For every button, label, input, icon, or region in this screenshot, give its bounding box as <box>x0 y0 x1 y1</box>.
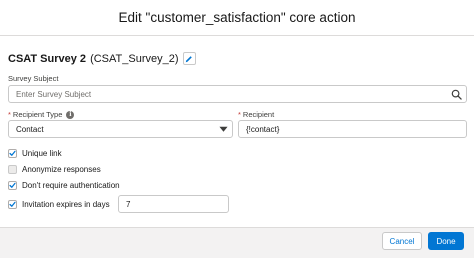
checkmark-icon <box>9 150 16 156</box>
recipient-input[interactable]: {!contact} <box>238 120 467 138</box>
search-icon <box>451 89 462 100</box>
no-auth-label: Don't require authentication <box>22 181 120 190</box>
required-marker: * <box>238 110 241 119</box>
done-button[interactable]: Done <box>428 232 464 250</box>
cancel-button[interactable]: Cancel <box>382 232 422 250</box>
checkmark-icon <box>9 182 16 188</box>
recipient-type-value: Contact <box>16 124 44 134</box>
survey-subject-placeholder: Enter Survey Subject <box>16 89 92 99</box>
modal-title: Edit "customer_satisfaction" core action <box>118 10 356 25</box>
unique-link-label: Unique link <box>22 149 62 158</box>
option-unique-link[interactable]: Unique link <box>8 149 62 158</box>
survey-subject-label: Survey Subject <box>8 74 59 83</box>
checkmark-icon <box>9 201 16 207</box>
invitation-expires-checkbox[interactable] <box>8 200 17 209</box>
recipient-type-select[interactable]: Contact <box>8 120 233 138</box>
info-icon[interactable]: i <box>66 110 75 119</box>
survey-subject-input[interactable]: Enter Survey Subject <box>8 85 467 103</box>
survey-name-row: CSAT Survey 2 (CSAT_Survey_2) <box>8 52 196 65</box>
expiry-days-value: 7 <box>126 199 131 209</box>
anonymize-responses-label: Anonymize responses <box>22 165 101 174</box>
option-no-auth[interactable]: Don't require authentication <box>8 181 120 190</box>
recipient-label: * Recipient <box>238 110 275 119</box>
required-marker: * <box>8 110 11 119</box>
survey-api-name: (CSAT_Survey_2) <box>90 52 179 65</box>
invitation-expires-label: Invitation expires in days <box>22 200 110 209</box>
unique-link-checkbox[interactable] <box>8 149 17 158</box>
recipient-type-label: * Recipient Type i <box>8 110 75 119</box>
anonymize-responses-checkbox <box>8 165 17 174</box>
chevron-down-icon <box>219 126 228 132</box>
modal-header: Edit "customer_satisfaction" core action <box>0 0 474 36</box>
no-auth-checkbox[interactable] <box>8 181 17 190</box>
option-anonymize-responses: Anonymize responses <box>8 165 101 174</box>
expiry-days-input[interactable]: 7 <box>118 195 229 213</box>
survey-name: CSAT Survey 2 <box>8 52 87 65</box>
recipient-value: {!contact} <box>246 124 280 134</box>
edit-name-button[interactable] <box>182 52 196 65</box>
option-invitation-expires[interactable]: Invitation expires in days <box>8 200 110 209</box>
pencil-icon <box>185 55 192 62</box>
